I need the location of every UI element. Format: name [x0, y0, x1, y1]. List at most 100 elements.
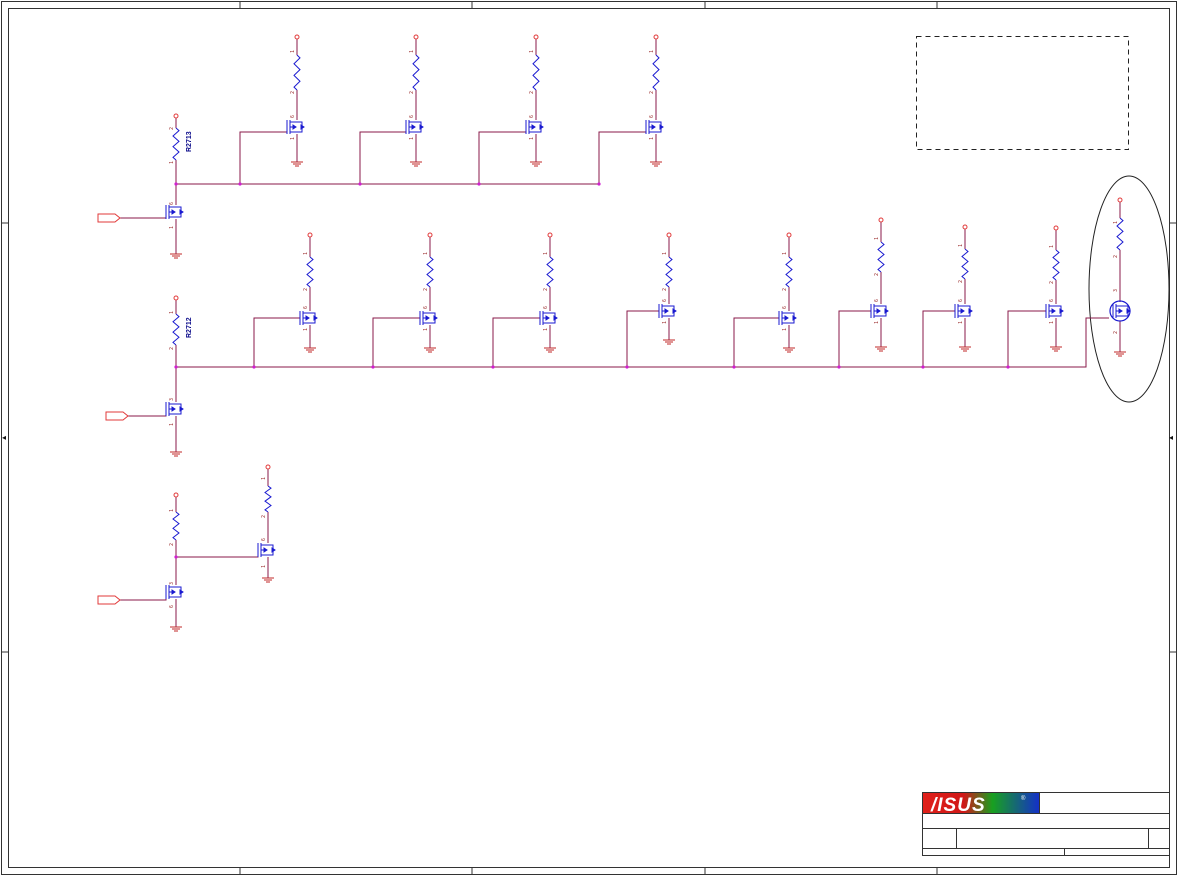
mosfet[interactable] [419, 311, 438, 325]
pin-number: 1 [543, 252, 549, 255]
junction-dot [837, 365, 841, 369]
pin-number: 1 [529, 137, 535, 140]
pin-number: 1 [303, 328, 309, 331]
junction-dot [625, 365, 629, 369]
pin-number: 2 [303, 288, 309, 291]
pin-number: 1 [169, 311, 175, 314]
pin-number: 1 [409, 137, 415, 140]
pin-number: 2 [1049, 281, 1055, 284]
junction-dot [597, 182, 601, 186]
mosfet[interactable] [778, 311, 797, 325]
pin-number: 1 [662, 252, 668, 255]
pin-number: 1 [409, 50, 415, 53]
junction-dot [921, 365, 925, 369]
pin-number: 1 [169, 161, 175, 164]
pin-number: 6 [529, 115, 535, 118]
registered-mark: ® [1021, 795, 1026, 802]
mosfet[interactable] [954, 304, 973, 318]
mosfet[interactable] [165, 585, 184, 599]
pin-number: 2 [409, 91, 415, 94]
sheet-background [0, 0, 1178, 876]
pin-number: 6 [1049, 299, 1055, 302]
pin-number: 2 [261, 515, 267, 518]
pin-number: 1 [290, 50, 296, 53]
pin-number: 6 [169, 605, 175, 608]
asus-logo: /ISUS ® [923, 793, 1039, 816]
pin-number: 1 [423, 328, 429, 331]
asus-logo-text: /ISUS [930, 795, 986, 816]
junction-dot [1006, 365, 1010, 369]
junction-dot [252, 365, 256, 369]
pin-number: 3 [1113, 289, 1119, 292]
mosfet[interactable] [405, 120, 424, 134]
pin-number: 2 [423, 288, 429, 291]
pin-number: 6 [169, 202, 175, 205]
mosfet[interactable] [165, 205, 184, 219]
pin-number: 1 [1113, 221, 1119, 224]
pin-number: 1 [303, 252, 309, 255]
pin-number: 1 [543, 328, 549, 331]
pin-number: 1 [958, 244, 964, 247]
pin-number: 2 [1113, 331, 1119, 334]
mosfet[interactable] [286, 120, 305, 134]
junction-dot [477, 182, 481, 186]
junction-dot [491, 365, 495, 369]
mosfet[interactable] [658, 304, 677, 318]
pin-number: 3 [169, 582, 175, 585]
pin-number: 1 [958, 321, 964, 324]
pin-number: 6 [423, 306, 429, 309]
pin-number: 2 [1113, 255, 1119, 258]
pin-number: 6 [782, 306, 788, 309]
pin-number: 2 [958, 280, 964, 283]
zone-marker-left: ◂ [2, 433, 6, 442]
pin-number: 1 [649, 137, 655, 140]
pin-number: 1 [662, 321, 668, 324]
pin-number: 6 [958, 299, 964, 302]
pin-number: 1 [423, 252, 429, 255]
pin-number: 6 [543, 306, 549, 309]
pin-number: 1 [1049, 245, 1055, 248]
pin-number: 1 [169, 423, 175, 426]
pin-number: 6 [874, 299, 880, 302]
pin-number: 2 [649, 91, 655, 94]
pin-number: 6 [290, 115, 296, 118]
pin-number: 2 [782, 288, 788, 291]
pin-number: 2 [169, 127, 175, 130]
junction-dot [174, 365, 178, 369]
pin-number: 6 [303, 306, 309, 309]
pin-number: 2 [529, 91, 535, 94]
junction-dot [174, 555, 178, 559]
pin-number: 6 [261, 538, 267, 541]
mosfet[interactable] [525, 120, 544, 134]
pin-number: 1 [290, 137, 296, 140]
mosfet[interactable] [870, 304, 889, 318]
junction-dot [732, 365, 736, 369]
mosfet[interactable] [1112, 304, 1131, 318]
pin-number: 1 [874, 321, 880, 324]
mosfet[interactable] [539, 311, 558, 325]
pin-number: 2 [543, 288, 549, 291]
pin-number: 6 [409, 115, 415, 118]
mosfet[interactable] [299, 311, 318, 325]
mosfet[interactable] [1045, 304, 1064, 318]
junction-dot [358, 182, 362, 186]
pin-number: 1 [169, 226, 175, 229]
junction-dot [371, 365, 375, 369]
pin-number: 2 [874, 273, 880, 276]
mosfet[interactable] [645, 120, 664, 134]
pin-number: 1 [169, 509, 175, 512]
mosfet[interactable] [257, 543, 276, 557]
pin-number: 3 [169, 398, 175, 401]
ref-designator-r2712: R2712 [186, 317, 193, 338]
schematic-sheet[interactable]: ◂ ◂ 126112611261126121611261126112611261… [0, 0, 1178, 876]
pin-number: 2 [662, 288, 668, 291]
ref-designator-r2713: R2713 [186, 131, 193, 152]
mosfet[interactable] [165, 402, 184, 416]
pin-number: 1 [782, 328, 788, 331]
junction-dot [174, 182, 178, 186]
pin-number: 2 [169, 347, 175, 350]
pin-number: 1 [261, 565, 267, 568]
zone-marker-right: ◂ [1169, 433, 1173, 442]
pin-number: 2 [290, 91, 296, 94]
junction-dot [238, 182, 242, 186]
